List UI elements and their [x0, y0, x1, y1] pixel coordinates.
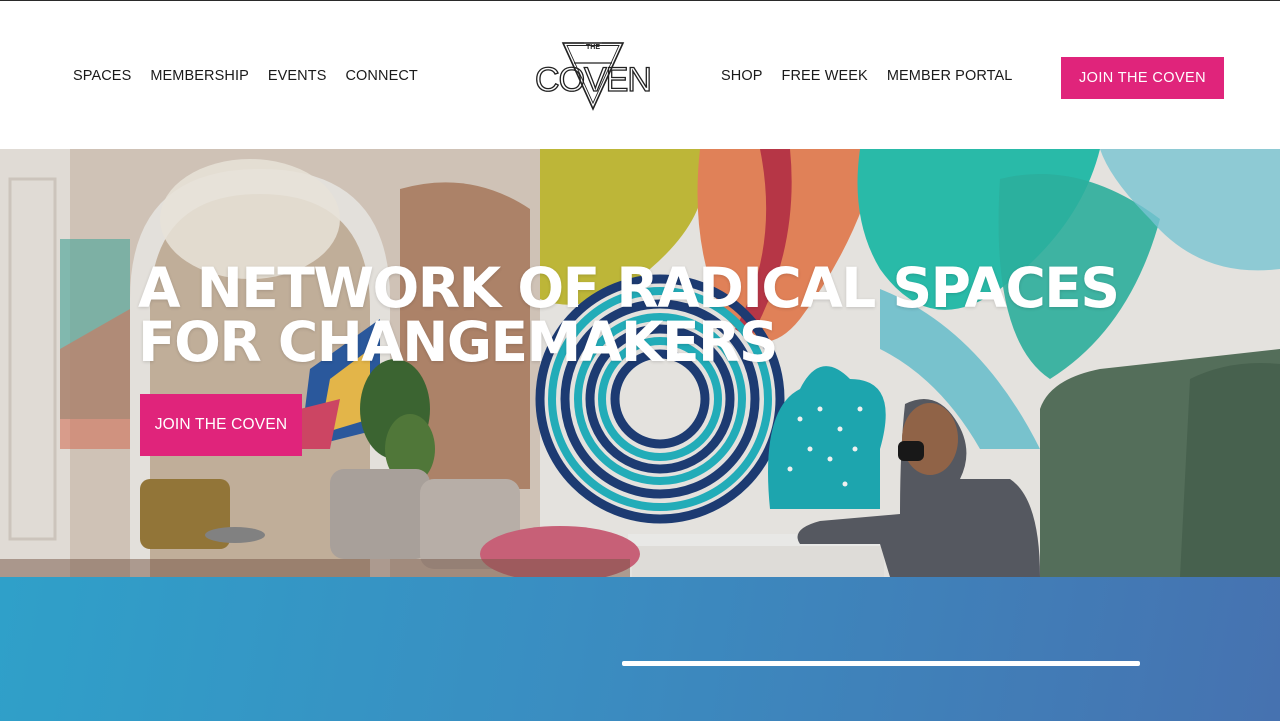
nav-link-spaces[interactable]: SPACES [73, 68, 131, 84]
logo-small-text: THE [586, 44, 600, 51]
nav-link-connect[interactable]: CONNECT [345, 68, 417, 84]
logo-wordmark: COVEN [535, 61, 651, 99]
site-header: SPACES MEMBERSHIP EVENTS CONNECT THE COV… [0, 1, 1280, 149]
nav-link-free-week[interactable]: FREE WEEK [782, 68, 868, 84]
hero-join-button[interactable]: JOIN THE COVEN [140, 394, 302, 456]
divider-rule [622, 661, 1140, 666]
primary-nav-left: SPACES MEMBERSHIP EVENTS CONNECT [73, 68, 437, 84]
gradient-band-section [0, 577, 1280, 721]
hero-title-line-2: FOR CHANGEMAKERS [138, 310, 778, 374]
nav-link-member-portal[interactable]: MEMBER PORTAL [887, 68, 1013, 84]
hero-title: A NETWORK OF RADICAL SPACES FOR CHANGEMA… [138, 261, 1178, 370]
hero-section: A NETWORK OF RADICAL SPACES FOR CHANGEMA… [0, 149, 1280, 577]
nav-link-shop[interactable]: SHOP [721, 68, 763, 84]
coven-logo-mark-icon: THE COVEN [534, 42, 653, 111]
primary-nav-right: SHOP FREE WEEK MEMBER PORTAL [721, 68, 1031, 84]
the-coven-logo[interactable]: THE COVEN [526, 39, 660, 111]
header-join-button[interactable]: JOIN THE COVEN [1061, 57, 1224, 99]
nav-link-membership[interactable]: MEMBERSHIP [150, 68, 249, 84]
nav-link-events[interactable]: EVENTS [268, 68, 327, 84]
